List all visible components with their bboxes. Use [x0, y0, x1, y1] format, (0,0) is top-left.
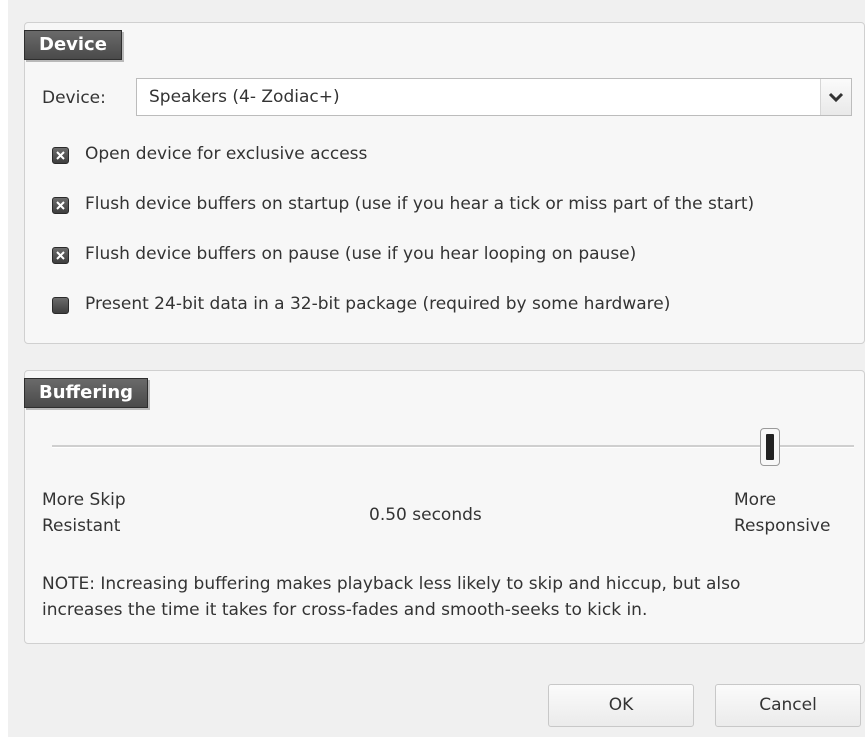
ok-button[interactable]: OK	[548, 684, 694, 727]
device-label: Device:	[42, 88, 106, 108]
device-select-value: Speakers (4- Zodiac+)	[149, 87, 340, 107]
device-select[interactable]: Speakers (4- Zodiac+)	[136, 78, 852, 116]
responsive-label-line1: More	[734, 490, 777, 510]
device-section-title: Device	[24, 30, 122, 60]
x-check-icon	[56, 201, 65, 210]
buffering-note-line2: increases the time it takes for cross-fa…	[42, 600, 648, 620]
x-check-icon	[56, 151, 65, 160]
buffering-slider-thumb[interactable]	[760, 428, 780, 466]
empty-check-icon	[53, 298, 68, 313]
exclusive-access-label: Open device for exclusive access	[85, 144, 368, 164]
present-24bit-checkbox[interactable]	[52, 297, 69, 314]
x-check-icon	[56, 251, 65, 260]
exclusive-access-checkbox[interactable]	[52, 147, 69, 164]
buffering-note-line1: NOTE: Increasing buffering makes playbac…	[42, 574, 741, 594]
flush-pause-label: Flush device buffers on pause (use if yo…	[85, 244, 637, 264]
chevron-down-icon	[828, 92, 844, 103]
buffering-section-title: Buffering	[24, 378, 149, 408]
cancel-button[interactable]: Cancel	[715, 684, 861, 727]
skip-resistant-label-line2: Resistant	[42, 516, 121, 536]
preferences-dialog: Device Device: Speakers (4- Zodiac+) Ope…	[8, 0, 865, 737]
flush-startup-label: Flush device buffers on startup (use if …	[85, 194, 755, 214]
responsive-label-line2: Responsive	[734, 516, 831, 536]
device-dropdown-button[interactable]	[820, 79, 851, 115]
skip-resistant-label-line1: More Skip	[42, 490, 126, 510]
buffer-value: 0.50 seconds	[369, 505, 482, 525]
buffering-slider-track[interactable]	[52, 445, 854, 448]
slider-grip-icon	[766, 434, 774, 460]
flush-startup-checkbox[interactable]	[52, 197, 69, 214]
present-24bit-label: Present 24-bit data in a 32-bit package …	[85, 294, 671, 314]
flush-pause-checkbox[interactable]	[52, 247, 69, 264]
